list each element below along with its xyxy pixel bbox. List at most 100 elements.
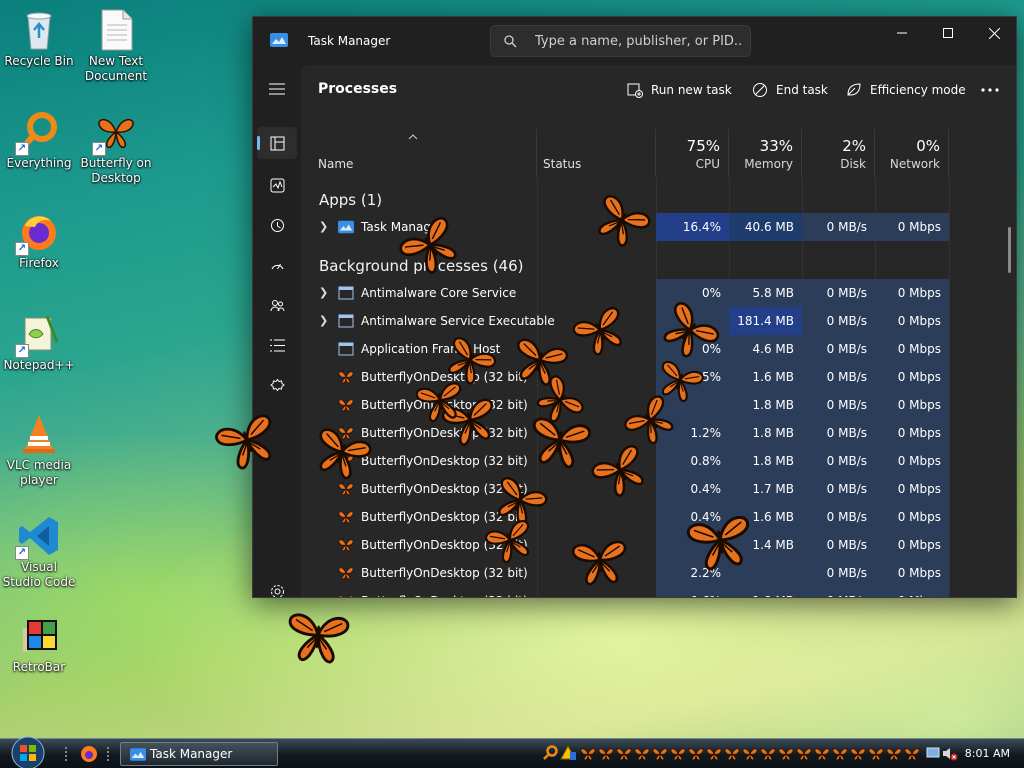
process-row[interactable]: ButterflyOnDesktop (32 bit) 0.5% 1.6 MB 0 M… (301, 363, 1002, 391)
process-row[interactable]: ButterflyOnDesktop (32 bit) 0.4% 1.7 MB 0 M… (301, 475, 1002, 503)
retrobar-icon (17, 614, 61, 658)
butterfly-tray-icon[interactable] (706, 747, 722, 761)
butterfly-tray-icon[interactable] (850, 747, 866, 761)
desktop-icon-recycle-bin[interactable]: Recycle Bin (1, 8, 77, 69)
cpu-cell (656, 391, 729, 419)
column-header-cpu[interactable]: 75% CPU (656, 129, 729, 177)
nav-details[interactable] (257, 329, 297, 361)
disk-cell: 0 MB/s (802, 559, 875, 587)
performance-icon (270, 178, 284, 192)
column-header-name[interactable]: Name (301, 129, 537, 177)
memory-cell: 1.8 MB (729, 419, 802, 447)
process-row[interactable]: ButterflyOnDesktop (32 bit) 1.4 MB 0 MB/s 0… (301, 531, 1002, 559)
butterfly-tray-icon[interactable] (598, 747, 614, 761)
more-options-button[interactable] (981, 79, 999, 101)
network-cell: 0 Mbps (875, 279, 949, 307)
clock[interactable]: 8:01 AM (965, 747, 1010, 760)
process-row[interactable]: ❯ Task Manager 16.4% 40.6 MB 0 MB/s 0 Mbps (301, 213, 1002, 241)
desktop-icon-notepadpp[interactable]: ↗ Notepad++ (1, 312, 77, 373)
butterfly-tray-icon[interactable] (634, 747, 650, 761)
search-box[interactable] (490, 25, 751, 57)
process-row[interactable]: Application Frame Host 0% 4.6 MB 0 MB/s 0 Mb… (301, 335, 1002, 363)
butterfly-tray-icon[interactable] (886, 747, 902, 761)
desktop-icon-label: Everything (6, 156, 72, 170)
scrollbar-thumb[interactable] (1008, 227, 1011, 273)
memory-cell: 40.6 MB (729, 213, 802, 241)
butterfly-tray-icon[interactable] (760, 747, 776, 761)
process-row[interactable]: ButterflyOnDesktop (32 bit) 1.2% 1.8 MB 0 M… (301, 419, 1002, 447)
more-icon (981, 88, 999, 92)
everything-tray-icon[interactable] (542, 745, 558, 761)
process-row[interactable]: ButterflyOnDesktop (32 bit) 1.8 MB 0 MB/s 0… (301, 391, 1002, 419)
nav-services[interactable] (257, 369, 297, 401)
expand-chevron-icon[interactable]: ❯ (319, 220, 328, 233)
column-memory-label: Memory (744, 157, 793, 171)
efficiency-mode-button[interactable]: Efficiency mode (846, 79, 966, 101)
process-list: Apps (1) Background processes (46) ❯ Task… (301, 177, 1002, 597)
butterfly-tray-icon[interactable] (814, 747, 830, 761)
nav-menu-button[interactable] (257, 73, 297, 105)
volume-muted-icon[interactable] (942, 746, 958, 762)
cpu-cell: 16.4% (656, 213, 729, 241)
taskbar-grip-icon (65, 747, 67, 761)
column-header-disk[interactable]: 2% Disk (802, 129, 875, 177)
process-row[interactable]: ButterflyOnDesktop (32 bit) 0.4% 1.6 MB 0 M… (301, 503, 1002, 531)
process-row[interactable]: ❯ Antimalware Service Executable 181.4 MB 0… (301, 307, 1002, 335)
nav-settings[interactable] (257, 575, 297, 597)
taskbar-task-manager-button[interactable]: Task Manager (120, 742, 278, 766)
process-row[interactable]: ButterflyOnDesktop (32 bit) 2.2% 0 MB/s 0 M… (301, 559, 1002, 587)
process-row[interactable]: ButterflyOnDesktop (32 bit)0.6%1.8 MB0 M… (301, 587, 1002, 597)
desktop-icon-vlc[interactable]: VLC media player (1, 412, 77, 488)
title-bar[interactable]: Task Manager (253, 17, 1016, 65)
cpu-cell: 0% (656, 279, 729, 307)
processes-page: Processes Run new task End task Efficien… (301, 65, 1016, 597)
butterfly-tray-icon[interactable] (868, 747, 884, 761)
end-task-button[interactable]: End task (752, 79, 828, 101)
butterfly-tray-icon[interactable] (904, 747, 920, 761)
run-new-task-button[interactable]: Run new task (627, 79, 732, 101)
memory-cell: 4.6 MB (729, 335, 802, 363)
butterfly-tray-icon[interactable] (616, 747, 632, 761)
butterfly-tray-icon[interactable] (796, 747, 812, 761)
butterfly-tray-icon[interactable] (742, 747, 758, 761)
expand-chevron-icon[interactable]: ❯ (319, 314, 328, 327)
security-warning-tray-icon[interactable] (560, 745, 576, 761)
nav-users[interactable] (257, 289, 297, 321)
maximize-button[interactable] (925, 17, 971, 49)
desktop-icon-label: Notepad++ (3, 358, 75, 372)
desktop-icon-everything[interactable]: ↗ Everything (1, 110, 77, 171)
expand-chevron-icon[interactable]: ❯ (319, 286, 328, 299)
disk-cell: 0 MB/s (802, 307, 875, 335)
display-tray-icon[interactable] (926, 746, 940, 760)
butterfly-tray-icon[interactable] (688, 747, 704, 761)
navigation-pane (253, 65, 301, 597)
nav-startup-apps[interactable] (257, 249, 297, 281)
column-header-status[interactable]: Status (537, 129, 656, 177)
butterfly-tray-icon[interactable] (580, 747, 596, 761)
process-row[interactable]: ❯ Antimalware Core Service 0% 5.8 MB 0 MB/s 0… (301, 279, 1002, 307)
close-button[interactable] (971, 17, 1016, 49)
nav-performance[interactable] (257, 169, 297, 201)
column-header-network[interactable]: 0% Network (875, 129, 949, 177)
cpu-cell: 0.8% (656, 447, 729, 475)
desktop-icon-new-text-document[interactable]: New Text Document (78, 8, 154, 84)
firefox-quicklaunch-icon[interactable] (80, 745, 98, 763)
butterfly-tray-icon[interactable] (832, 747, 848, 761)
process-row[interactable]: ButterflyOnDesktop (32 bit) 0.8% 1.8 MB 0 M… (301, 447, 1002, 475)
butterfly-tray-icon[interactable] (778, 747, 794, 761)
disk-cell: 0 MB/s (802, 503, 875, 531)
start-button[interactable] (8, 735, 48, 768)
desktop-icon-vscode[interactable]: ↗ Visual Studio Code (1, 514, 77, 590)
butterfly-tray-icon[interactable] (724, 747, 740, 761)
nav-processes[interactable] (257, 127, 297, 159)
butterfly-tray-icon[interactable] (652, 747, 668, 761)
minimize-button[interactable] (879, 17, 925, 49)
desktop-icon-firefox[interactable]: ↗ Firefox (1, 210, 77, 271)
column-header-memory[interactable]: 33% Memory (729, 129, 802, 177)
desktop-icon-butterfly-on-desktop[interactable]: ↗ Butterfly on Desktop (78, 110, 154, 186)
text-document-icon (94, 8, 138, 52)
butterfly-tray-icon[interactable] (670, 747, 686, 761)
search-input[interactable] (535, 32, 741, 51)
nav-app-history[interactable] (257, 209, 297, 241)
desktop-icon-retrobar[interactable]: RetroBar (1, 614, 77, 675)
